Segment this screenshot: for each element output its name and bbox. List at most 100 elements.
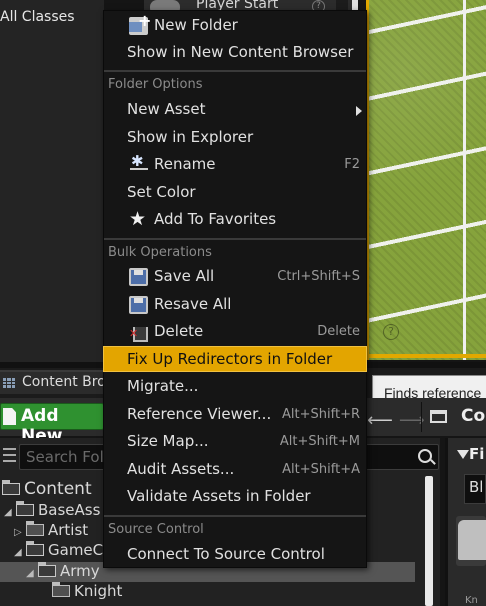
star-icon bbox=[129, 208, 148, 230]
content-browser-icon bbox=[3, 378, 15, 388]
menu-separator bbox=[104, 70, 366, 72]
menu-item-new-folder[interactable]: New Folder bbox=[104, 11, 366, 39]
menu-item-save-all[interactable]: Save All Ctrl+Shift+S bbox=[104, 264, 366, 290]
tree-item-label: Knight bbox=[74, 582, 123, 600]
menu-item-resave-all[interactable]: Resave All bbox=[104, 292, 366, 318]
tree-item-gamecontent[interactable]: ◢ GameC bbox=[14, 541, 103, 561]
menu-item-shortcut: Alt+Shift+A bbox=[282, 462, 360, 477]
folder-icon bbox=[26, 521, 44, 536]
menu-item-label: Save All bbox=[154, 267, 215, 285]
menu-section-folder-options: Folder Options bbox=[108, 77, 203, 92]
menu-item-show-in-explorer[interactable]: Show in Explorer bbox=[104, 125, 366, 151]
menu-item-connect-source-control[interactable]: Connect To Source Control bbox=[104, 542, 366, 568]
delete-icon bbox=[129, 323, 148, 342]
filters-button-label[interactable]: Fi bbox=[469, 445, 484, 463]
menu-item-label: Rename bbox=[154, 155, 216, 173]
tree-item-content[interactable]: Content bbox=[2, 479, 92, 499]
menu-item-label: Show in New Content Browser bbox=[127, 43, 354, 61]
menu-item-shortcut: Alt+Shift+R bbox=[282, 407, 360, 422]
back-arrow-icon[interactable]: ⟵ bbox=[367, 410, 399, 431]
menu-item-label: Validate Assets in Folder bbox=[127, 487, 311, 505]
collapse-icon[interactable]: ◢ bbox=[4, 507, 16, 518]
menu-item-rename[interactable]: Rename F2 bbox=[104, 152, 366, 178]
folder-context-menu: New Folder Show in New Content Browser F… bbox=[103, 10, 367, 568]
field-line bbox=[463, 0, 466, 360]
menu-item-shortcut: Ctrl+Shift+S bbox=[277, 269, 360, 284]
folder-open-icon bbox=[26, 541, 44, 556]
menu-item-reference-viewer[interactable]: Reference Viewer... Alt+Shift+R bbox=[104, 402, 366, 428]
folder-open-icon bbox=[2, 480, 20, 495]
menu-item-label: Add To Favorites bbox=[154, 210, 277, 228]
menu-item-label: Size Map... bbox=[127, 432, 209, 450]
toolbar-separator bbox=[421, 402, 422, 432]
new-folder-icon bbox=[129, 11, 151, 35]
rename-icon bbox=[129, 152, 148, 174]
folder-icon bbox=[52, 582, 70, 597]
tab-label: Content Bro bbox=[22, 374, 106, 390]
folder-icon bbox=[430, 410, 447, 423]
tree-options-icon[interactable] bbox=[3, 448, 16, 462]
menu-item-size-map[interactable]: Size Map... Alt+Shift+M bbox=[104, 429, 366, 455]
level-viewport[interactable] bbox=[366, 0, 486, 360]
menu-item-label: Audit Assets... bbox=[127, 460, 235, 478]
menu-item-show-in-new-content-browser[interactable]: Show in New Content Browser bbox=[104, 40, 366, 66]
menu-item-label: New Folder bbox=[154, 16, 238, 34]
menu-item-label: Migrate... bbox=[127, 377, 199, 395]
new-file-icon bbox=[3, 408, 16, 425]
menu-item-label: Show in Explorer bbox=[127, 128, 254, 146]
save-icon bbox=[129, 268, 148, 286]
menu-item-label: Resave All bbox=[154, 295, 232, 313]
menu-item-fix-up-redirectors[interactable]: Fix Up Redirectors in Folder bbox=[103, 346, 367, 372]
breadcrumb[interactable]: Co bbox=[461, 406, 485, 426]
viewport-focus-border-bottom bbox=[366, 354, 486, 358]
menu-item-label: Set Color bbox=[127, 183, 196, 201]
menu-separator bbox=[104, 515, 366, 517]
search-placeholder: Search Fold bbox=[26, 448, 114, 466]
menu-item-label: Fix Up Redirectors in Folder bbox=[127, 350, 333, 368]
all-classes-label[interactable]: All Classes bbox=[0, 9, 75, 25]
tree-item-label: Artist bbox=[48, 521, 89, 539]
folder-open-icon bbox=[16, 501, 34, 516]
tree-item-baseassets[interactable]: ◢ BaseAss bbox=[4, 501, 100, 521]
forward-arrow-icon[interactable]: ⟶ bbox=[399, 410, 431, 431]
resave-icon bbox=[129, 296, 148, 314]
menu-item-validate-assets[interactable]: Validate Assets in Folder bbox=[104, 484, 366, 510]
menu-item-shortcut: Delete bbox=[317, 324, 360, 339]
tree-item-label: GameC bbox=[48, 541, 104, 559]
expand-icon[interactable]: ▷ bbox=[14, 527, 26, 538]
tree-item-artist[interactable]: ▷ Artist bbox=[14, 521, 88, 541]
menu-item-new-asset[interactable]: New Asset bbox=[104, 97, 366, 123]
folder-open-icon bbox=[38, 562, 56, 577]
collapse-icon[interactable]: ◢ bbox=[14, 547, 26, 558]
menu-section-bulk-operations: Bulk Operations bbox=[108, 245, 212, 260]
menu-item-label: Reference Viewer... bbox=[127, 405, 272, 423]
filter-icon[interactable] bbox=[457, 450, 469, 459]
menu-item-label: Delete bbox=[154, 322, 204, 340]
menu-item-label: Connect To Source Control bbox=[127, 545, 325, 563]
menu-item-migrate[interactable]: Migrate... bbox=[104, 374, 366, 400]
menu-item-shortcut: F2 bbox=[344, 157, 360, 172]
tree-item-knight[interactable]: Knight bbox=[52, 582, 122, 602]
tab-content-browser[interactable]: Content Bro bbox=[0, 370, 112, 394]
menu-item-audit-assets[interactable]: Audit Assets... Alt+Shift+A bbox=[104, 457, 366, 483]
menu-section-source-control: Source Control bbox=[108, 522, 204, 537]
tree-item-label: Army bbox=[60, 562, 100, 580]
menu-item-delete[interactable]: Delete Delete bbox=[104, 319, 366, 345]
viewport-help-icon[interactable]: ? bbox=[383, 324, 399, 340]
asset-thumbnail bbox=[458, 520, 486, 560]
menu-item-label: New Asset bbox=[127, 100, 206, 118]
menu-item-shortcut: Alt+Shift+M bbox=[279, 434, 360, 449]
tree-scrollbar-thumb[interactable] bbox=[425, 476, 433, 606]
tree-item-label: Content bbox=[24, 479, 92, 499]
menu-separator bbox=[104, 238, 366, 240]
collapse-icon[interactable]: ◢ bbox=[26, 568, 38, 579]
menu-item-set-color[interactable]: Set Color bbox=[104, 180, 366, 206]
add-new-button[interactable]: Add New bbox=[0, 403, 104, 446]
submenu-arrow-icon bbox=[356, 106, 362, 116]
filter-chip-label: Bl bbox=[469, 478, 484, 496]
search-icon[interactable] bbox=[418, 449, 432, 463]
asset-tile-label: Kn bbox=[465, 595, 478, 606]
class-filter-panel: All Classes bbox=[0, 0, 104, 362]
menu-item-add-to-favorites[interactable]: Add To Favorites bbox=[104, 207, 366, 233]
tree-item-label: BaseAss bbox=[38, 501, 101, 519]
